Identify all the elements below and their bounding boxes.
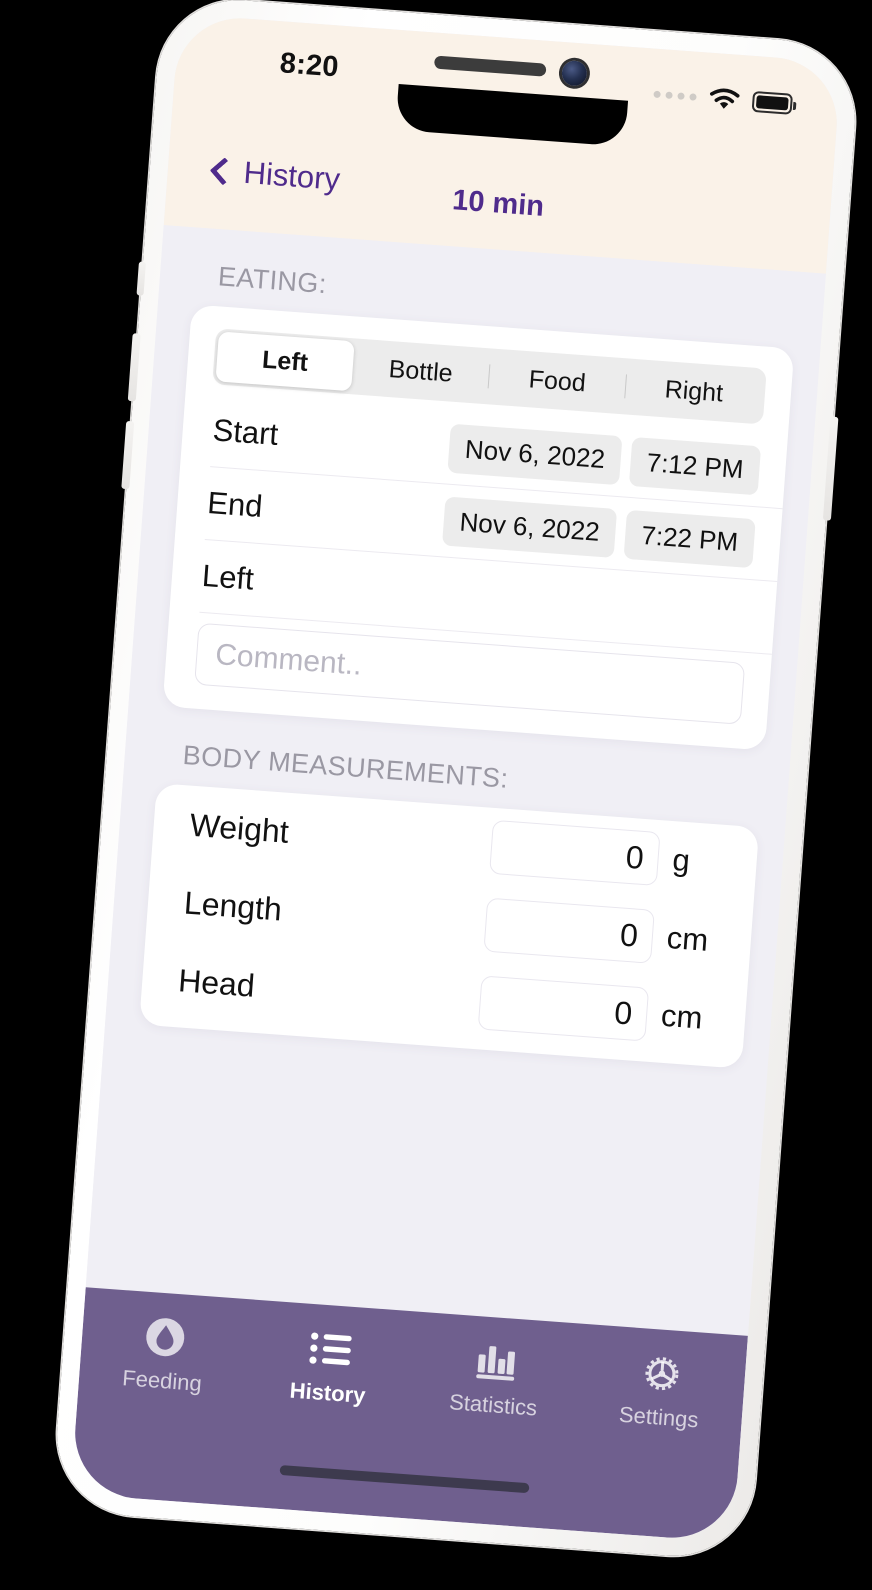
- end-time-picker[interactable]: 7:22 PM: [623, 509, 756, 568]
- earpiece-speaker-icon: [433, 55, 547, 77]
- length-unit: cm: [665, 919, 710, 958]
- start-date-picker[interactable]: Nov 6, 2022: [447, 423, 623, 485]
- head-label: Head: [177, 961, 257, 1004]
- bar-chart-icon: [474, 1338, 519, 1385]
- home-indicator[interactable]: [279, 1464, 530, 1494]
- head-input[interactable]: [477, 975, 650, 1042]
- tab-statistics[interactable]: Statistics: [409, 1334, 580, 1425]
- weight-label: Weight: [188, 806, 290, 850]
- start-time-picker[interactable]: 7:12 PM: [629, 436, 762, 495]
- battery-full-icon: [751, 90, 794, 115]
- tab-statistics-label: Statistics: [448, 1389, 538, 1421]
- length-input[interactable]: [483, 897, 655, 964]
- screenshot-stage: 8:20 History 10 min EATING: Left Bottle …: [0, 0, 872, 1590]
- weight-unit: g: [671, 842, 692, 879]
- side-row-label: Left: [200, 557, 256, 597]
- tab-history[interactable]: History: [244, 1321, 415, 1412]
- status-indicators: [653, 83, 794, 115]
- segment-right[interactable]: Right: [624, 361, 763, 421]
- start-label: Start: [211, 412, 280, 453]
- body-measurements-card: Weight g Length cm Head: [139, 783, 760, 1069]
- segment-bottle[interactable]: Bottle: [351, 341, 490, 401]
- front-camera-icon: [561, 59, 588, 87]
- tab-feeding-label: Feeding: [121, 1365, 203, 1396]
- segment-left[interactable]: Left: [215, 331, 355, 392]
- phone-device: 8:20 History 10 min EATING: Left Bottle …: [51, 0, 861, 1562]
- tab-settings[interactable]: Settings: [575, 1346, 746, 1437]
- tab-settings-label: Settings: [618, 1401, 700, 1433]
- eating-card: Left Bottle Food Right Start Nov 6, 2022…: [162, 304, 795, 751]
- head-unit: cm: [659, 997, 704, 1036]
- end-label: End: [206, 485, 264, 525]
- gear-icon: [638, 1350, 685, 1397]
- display-notch: [395, 83, 629, 147]
- wifi-icon: [709, 87, 741, 111]
- droplet-icon: [142, 1314, 189, 1361]
- weight-input[interactable]: [489, 819, 661, 886]
- status-time: 8:20: [278, 47, 340, 84]
- tab-history-label: History: [288, 1377, 367, 1408]
- phone-screen: 8:20 History 10 min EATING: Left Bottle …: [70, 13, 842, 1543]
- length-label: Length: [182, 883, 284, 928]
- end-date-picker[interactable]: Nov 6, 2022: [441, 495, 618, 558]
- tab-feeding[interactable]: Feeding: [78, 1309, 249, 1400]
- segment-food[interactable]: Food: [488, 351, 627, 411]
- list-icon: [307, 1326, 354, 1373]
